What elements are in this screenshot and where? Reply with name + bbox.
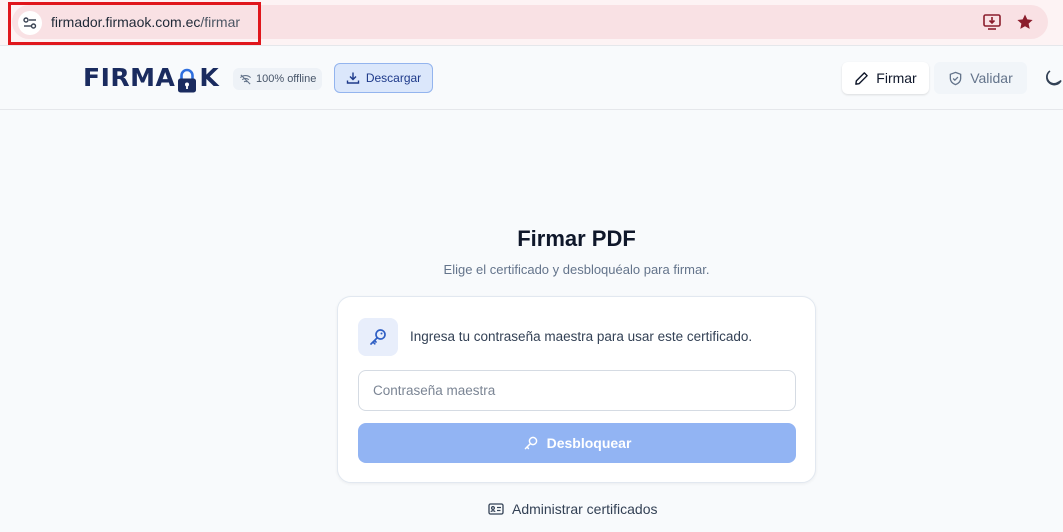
- browser-toolbar: firmador.firmaok.com.ec/firmar: [0, 0, 1063, 46]
- unlock-label: Desbloquear: [546, 435, 632, 451]
- tab-validar-label: Validar: [970, 70, 1013, 86]
- id-card-icon: [488, 503, 504, 515]
- wifi-off-icon: [240, 73, 251, 85]
- unlock-button[interactable]: Desbloquear: [358, 423, 796, 463]
- tab-firmar[interactable]: Firmar: [842, 62, 929, 94]
- key-icon: [358, 318, 398, 356]
- tab-validar[interactable]: Validar: [934, 62, 1027, 94]
- master-password-input[interactable]: [358, 370, 796, 411]
- card-message: Ingresa tu contraseña maestra para usar …: [410, 329, 753, 344]
- shield-check-icon: [949, 71, 962, 85]
- unlock-card: Ingresa tu contraseña maestra para usar …: [337, 296, 816, 483]
- bookmark-star-icon[interactable]: [1015, 12, 1035, 32]
- download-icon: [346, 72, 360, 84]
- logo-text-right: K: [199, 63, 220, 92]
- offline-badge: 100% offline: [233, 68, 323, 90]
- offline-badge-label: 100% offline: [256, 73, 317, 85]
- pen-icon: [855, 71, 869, 85]
- page-title: Firmar PDF: [517, 226, 636, 251]
- app-header: FIRMA K 100% offline Descargar Firmar Va…: [0, 46, 1063, 110]
- logo-text-left: FIRMA: [83, 63, 176, 92]
- tab-firmar-label: Firmar: [876, 70, 917, 86]
- padlock-icon: [175, 68, 199, 93]
- manage-certificates-label: Administrar certificados: [512, 501, 658, 517]
- page-subtitle: Elige el certificado y desbloquéalo para…: [443, 262, 710, 277]
- download-label: Descargar: [365, 71, 422, 85]
- firmaok-logo[interactable]: FIRMA K: [83, 63, 220, 93]
- download-button[interactable]: Descargar: [334, 63, 433, 93]
- url-highlight-box: [8, 2, 261, 45]
- key-icon: [524, 436, 537, 450]
- manage-certificates-link[interactable]: Administrar certificados: [488, 500, 658, 518]
- moon-icon[interactable]: [1044, 68, 1063, 88]
- install-app-icon[interactable]: [982, 12, 1002, 32]
